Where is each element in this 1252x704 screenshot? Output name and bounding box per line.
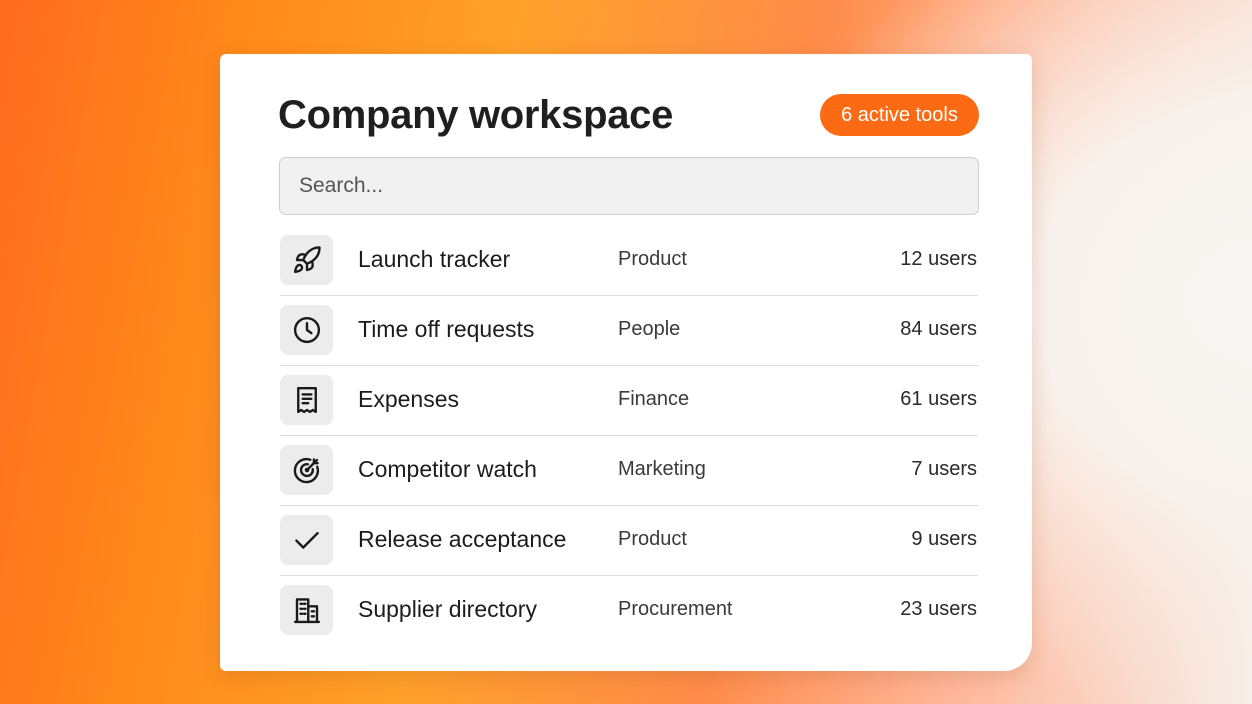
tool-department: Procurement <box>618 598 733 620</box>
tool-user-count: 23 users <box>900 598 977 620</box>
tool-name: Release acceptance <box>358 526 567 552</box>
workspace-card: Company workspace 6 active tools Launch … <box>220 54 1032 671</box>
page-title: Company workspace <box>278 93 674 137</box>
tool-name: Competitor watch <box>358 456 537 482</box>
tool-icon-tile <box>280 375 333 425</box>
clock-icon <box>293 316 320 344</box>
tool-icon-tile <box>280 585 333 635</box>
tool-row-launch-tracker[interactable]: Launch tracker Product 12 users <box>280 226 978 296</box>
tool-department: Product <box>618 248 687 270</box>
tool-department: Product <box>618 528 687 550</box>
tool-row-competitor-watch[interactable]: Competitor watch Marketing 7 users <box>280 436 978 506</box>
target-icon <box>293 457 319 484</box>
receipt-icon <box>296 386 317 414</box>
tool-name: Expenses <box>358 386 460 412</box>
tool-row-release-acceptance[interactable]: Release acceptance Product 9 users <box>280 506 978 576</box>
tool-name: Supplier directory <box>358 596 537 622</box>
tool-user-count: 61 users <box>900 388 977 410</box>
tool-row-supplier-directory[interactable]: Supplier directory Procurement 23 users <box>280 576 978 645</box>
tool-name: Launch tracker <box>358 246 511 272</box>
search-input[interactable] <box>279 157 979 215</box>
tool-icon-tile <box>280 515 333 565</box>
tool-icon-tile <box>280 305 333 355</box>
tool-department: People <box>618 318 681 340</box>
tool-department: Finance <box>618 388 690 410</box>
tool-user-count: 7 users <box>911 458 977 480</box>
tool-icon-tile <box>280 445 333 495</box>
rocket-icon <box>293 246 321 274</box>
checkmark-icon <box>294 531 319 549</box>
tool-row-time-off-requests[interactable]: Time off requests People 84 users <box>280 296 978 366</box>
tool-list: Launch tracker Product 12 users Time off… <box>280 226 978 645</box>
active-tools-badge: 6 active tools <box>820 94 979 136</box>
tool-department: Marketing <box>618 458 706 480</box>
building-icon <box>293 598 320 624</box>
tool-icon-tile <box>280 235 333 285</box>
tool-user-count: 9 users <box>911 528 977 550</box>
tool-name: Time off requests <box>358 316 535 342</box>
tool-user-count: 84 users <box>900 318 977 340</box>
tool-user-count: 12 users <box>900 248 977 270</box>
tool-row-expenses[interactable]: Expenses Finance 61 users <box>280 366 978 436</box>
